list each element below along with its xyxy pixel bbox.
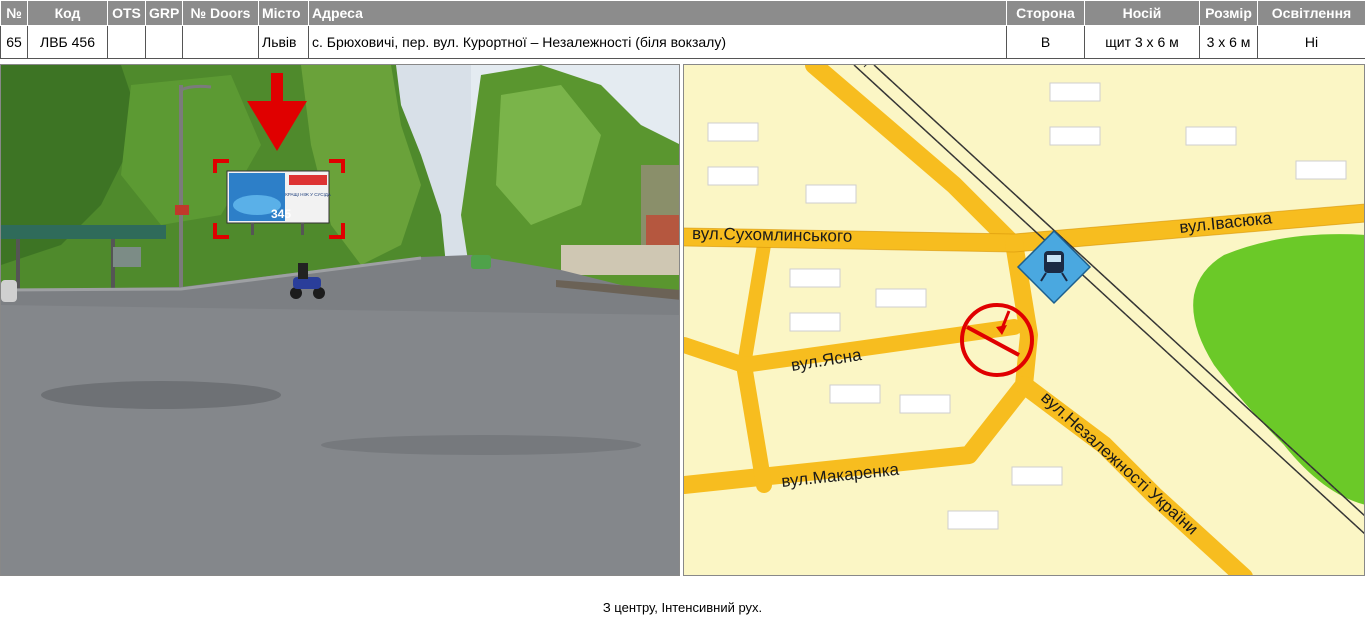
street-label-sukhomlynskoho: вул.Сухомлинського	[692, 224, 852, 246]
cell-doors	[182, 25, 259, 59]
cell-address: с. Брюховичі, пер. вул. Курортної – Неза…	[308, 25, 1007, 59]
cell-lighting: Ні	[1257, 25, 1365, 59]
cell-ots	[107, 25, 146, 59]
location-description: З центру, Інтенсивний рух.	[602, 600, 763, 615]
header-size: Розмір	[1199, 0, 1258, 26]
cell-city: Львів	[258, 25, 309, 59]
table-row: 65 ЛВБ 456 Львів с. Брюховичі, пер. вул.…	[0, 25, 1365, 59]
header-grp: GRP	[145, 0, 183, 26]
billboard-info-table: № Код OTS GRP № Doors Місто Адреса Сторо…	[0, 0, 1365, 59]
billboard-text: КРАЩІ НІЖ У СУСІДА	[285, 192, 331, 197]
cell-side: B	[1006, 25, 1085, 59]
cell-code: ЛВБ 456	[27, 25, 108, 59]
billboard-number: 345	[271, 207, 291, 221]
street-photo: 345 КРАЩІ НІЖ У СУСІДА	[1, 65, 679, 575]
header-code: Код	[27, 0, 108, 26]
cell-grp	[145, 25, 183, 59]
header-lighting: Освітлення	[1257, 0, 1365, 26]
cell-size: 3 х 6 м	[1199, 25, 1258, 59]
header-carrier: Носій	[1084, 0, 1200, 26]
header-side: Сторона	[1006, 0, 1085, 26]
location-photo: 345 КРАЩІ НІЖ У СУСІДА	[0, 64, 680, 576]
header-city: Місто	[258, 0, 309, 26]
street-map: вул.Сухомлинського вул.Івасюка вул.Ясна …	[684, 65, 1364, 575]
header-ots: OTS	[107, 0, 146, 26]
table-header-row: № Код OTS GRP № Doors Місто Адреса Сторо…	[0, 0, 1365, 26]
header-number: №	[0, 0, 28, 26]
cell-carrier: щит 3 х 6 м	[1084, 25, 1200, 59]
header-doors: № Doors	[182, 0, 259, 26]
location-map: вул.Сухомлинського вул.Івасюка вул.Ясна …	[683, 64, 1365, 576]
cell-number: 65	[0, 25, 28, 59]
header-address: Адреса	[308, 0, 1007, 26]
